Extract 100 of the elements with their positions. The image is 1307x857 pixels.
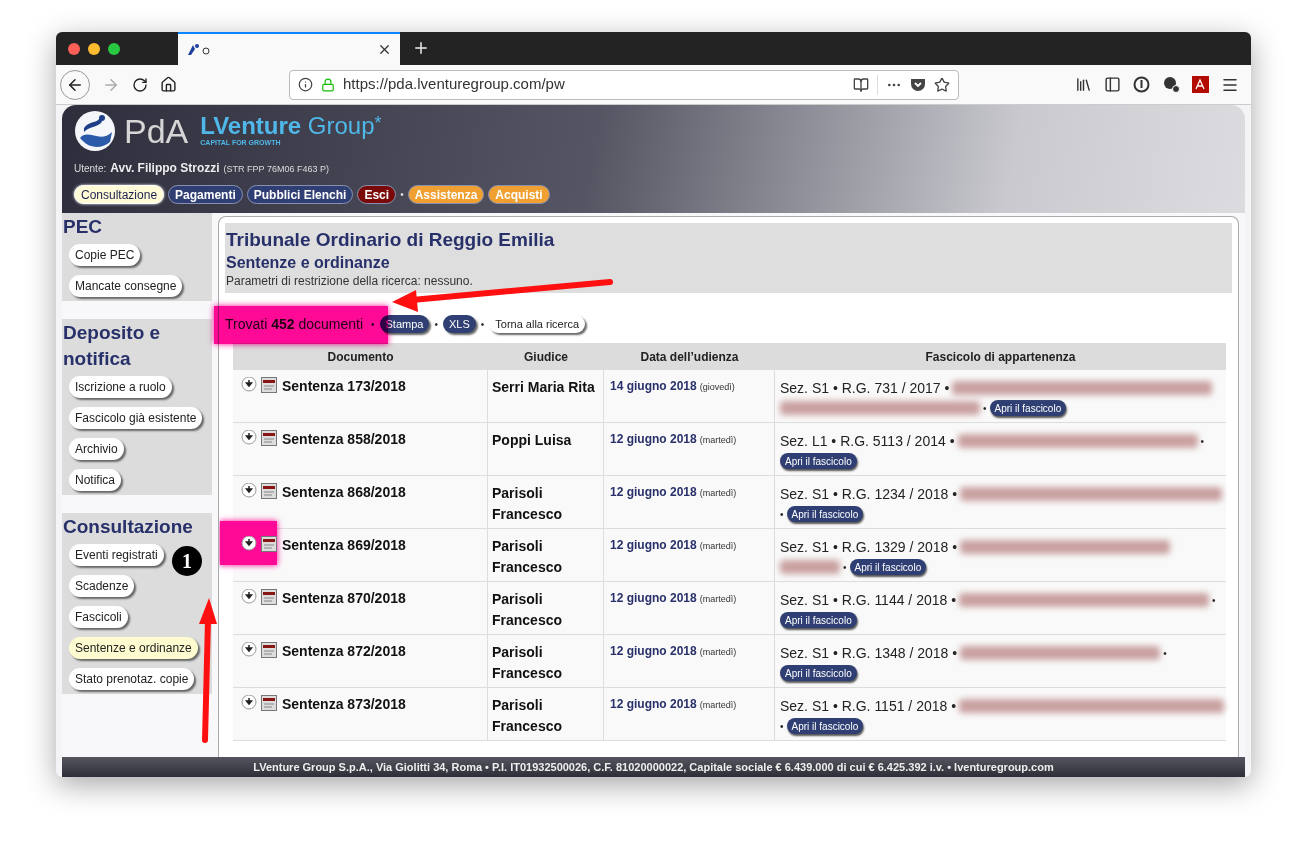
user-name: Avv. Filippo Strozzi [110, 160, 220, 177]
open-case-button[interactable]: Apri il fascicolo [780, 612, 857, 628]
brand-mark: * [374, 113, 382, 132]
case-reference: Sez. S1 • R.G. 1329 / 2018 • [780, 538, 958, 557]
download-icon[interactable] [241, 589, 259, 605]
action-button[interactable]: Torna alla ricerca [489, 315, 586, 333]
sidebar-heading: Consultazione [63, 515, 194, 539]
separator-dot: • [1212, 593, 1216, 608]
hearing-date: 12 giugno 2018 [610, 431, 697, 448]
address-bar[interactable]: https://pda.lventuregroup.com/pw [289, 69, 959, 100]
close-icon[interactable] [377, 42, 392, 57]
info-icon[interactable] [298, 77, 313, 92]
logo-icon [74, 110, 116, 152]
action-button[interactable]: XLS [442, 315, 476, 333]
document-name[interactable]: Sentenza 870/2018 [282, 589, 406, 607]
hearing-date: 12 giugno 2018 [610, 537, 697, 554]
nav-tab[interactable]: Pubblici Elenchi [246, 185, 354, 204]
separator-dot: • [371, 317, 375, 332]
url-text: https://pda.lventuregroup.com/pw [343, 74, 565, 95]
open-case-button[interactable]: Apri il fascicolo [849, 559, 927, 575]
open-case-button[interactable]: Apri il fascicolo [786, 718, 864, 734]
sidebar-item[interactable]: Fascicolo già esistente [69, 407, 203, 429]
open-case-button[interactable]: Apri il fascicolo [780, 665, 857, 681]
sidebar-icon[interactable] [1104, 76, 1121, 93]
document-name[interactable]: Sentenza 873/2018 [282, 695, 406, 713]
document-icon [261, 695, 277, 711]
sidebar-item[interactable]: Notifica [69, 469, 121, 491]
reload-icon[interactable] [132, 76, 148, 93]
separator-dot: • [1200, 434, 1205, 449]
document-icon [261, 430, 277, 446]
minimize-window-icon[interactable] [88, 42, 100, 55]
judge-name: Parisoli Francesco [492, 696, 564, 736]
hearing-date: 12 giugno 2018 [610, 590, 697, 607]
sidebar-item[interactable]: Stato prenotaz. copie [69, 668, 195, 690]
document-name[interactable]: Sentenza 872/2018 [282, 642, 406, 660]
document-name[interactable]: Sentenza 869/2018 [282, 536, 406, 554]
document-icon [261, 483, 277, 499]
zoom-window-icon[interactable] [108, 42, 120, 55]
reader-view-icon[interactable] [853, 76, 869, 93]
sidebar-item[interactable]: Fascicoli [69, 606, 128, 628]
case-reference: Sez. S1 • R.G. 1348 / 2018 • [780, 644, 958, 663]
footer-text: LVenture Group S.p.A., Via Giolitti 34, Roma • P.I. IT01932500026, C.F. 81020000022, Capitale sociale € 6.439.000 di cui € 6.425.392 i.v. • lventuregroup.com [253, 759, 1054, 775]
hearing-date: 12 giugno 2018 [610, 643, 697, 660]
sidebar-item[interactable]: Archivio [69, 438, 124, 460]
home-icon[interactable] [160, 76, 177, 93]
hearing-weekday: (giovedì) [699, 381, 735, 394]
case-reference: Sez. L1 • R.G. 5113 / 2014 • [780, 432, 955, 451]
download-icon[interactable] [241, 695, 259, 711]
pdf-icon[interactable] [1192, 76, 1209, 93]
hearing-date: 12 giugno 2018 [610, 484, 697, 501]
download-icon[interactable] [241, 377, 259, 393]
separator-dot: • [434, 317, 438, 332]
lock-icon [321, 77, 335, 92]
nav-tab[interactable]: Pagamenti [168, 185, 243, 204]
redacted-text [780, 560, 840, 574]
account-icon[interactable] [1162, 76, 1180, 93]
case-reference: Sez. S1 • R.G. 731 / 2017 • [780, 379, 950, 398]
sidebar-item[interactable]: Scadenze [69, 575, 135, 597]
document-name[interactable]: Sentenza 868/2018 [282, 483, 406, 501]
nav-tab[interactable]: Consultazione [74, 185, 165, 204]
case-reference: Sez. S1 • R.G. 1234 / 2018 • [780, 485, 958, 504]
sidebar-heading: PEC [63, 215, 104, 239]
separator-dot: • [983, 401, 987, 416]
column-header: Documento [326, 348, 395, 366]
brand-pda: PdA [124, 114, 189, 148]
column-header: Giudice [523, 348, 569, 366]
judge-name: Parisoli Francesco [492, 643, 564, 683]
judge-name: Serri Maria Rita [492, 378, 596, 397]
document-name[interactable]: Sentenza 858/2018 [282, 430, 406, 448]
download-icon[interactable] [241, 430, 259, 446]
download-icon[interactable] [241, 483, 259, 499]
download-icon[interactable] [241, 642, 259, 658]
case-reference: Sez. S1 • R.G. 1144 / 2018 • [780, 591, 957, 610]
sidebar-item[interactable]: Eventi registrati [69, 544, 164, 566]
document-name[interactable]: Sentenza 173/2018 [282, 377, 406, 395]
separator-dot: • [1163, 646, 1167, 661]
results-count: Trovati 452 documenti [225, 314, 363, 334]
new-tab-icon[interactable] [412, 39, 430, 57]
open-case-button[interactable]: Apri il fascicolo [989, 400, 1067, 416]
nav-tab[interactable]: Esci [357, 185, 397, 204]
sidebar-item[interactable]: Iscrizione a ruolo [69, 376, 172, 398]
pocket-icon[interactable] [910, 77, 926, 92]
judge-name: Parisoli Francesco [492, 484, 564, 524]
open-case-button[interactable]: Apri il fascicolo [780, 453, 857, 469]
sidebar-item[interactable]: Mancate consegne [69, 275, 183, 297]
open-case-button[interactable]: Apri il fascicolo [786, 506, 864, 522]
sidebar-item[interactable]: Copie PEC [69, 244, 141, 266]
close-window-icon[interactable] [68, 42, 80, 55]
bookmark-star-icon[interactable] [934, 76, 950, 93]
hearing-weekday: (martedì) [699, 487, 737, 500]
library-icon[interactable] [1075, 76, 1092, 93]
search-parameters: Parametri di restrizione della ricerca: nessuno. [226, 273, 474, 289]
download-icon[interactable] [241, 536, 259, 552]
sidebar-heading: Deposito e notifica [63, 321, 162, 371]
separator-dot: • [780, 507, 784, 522]
sidebar-item[interactable]: Sentenze e ordinanze [69, 637, 198, 659]
extension-icon[interactable] [1133, 76, 1150, 93]
document-icon [261, 536, 277, 552]
document-icon [261, 642, 277, 658]
judge-name: Parisoli Francesco [492, 590, 564, 630]
